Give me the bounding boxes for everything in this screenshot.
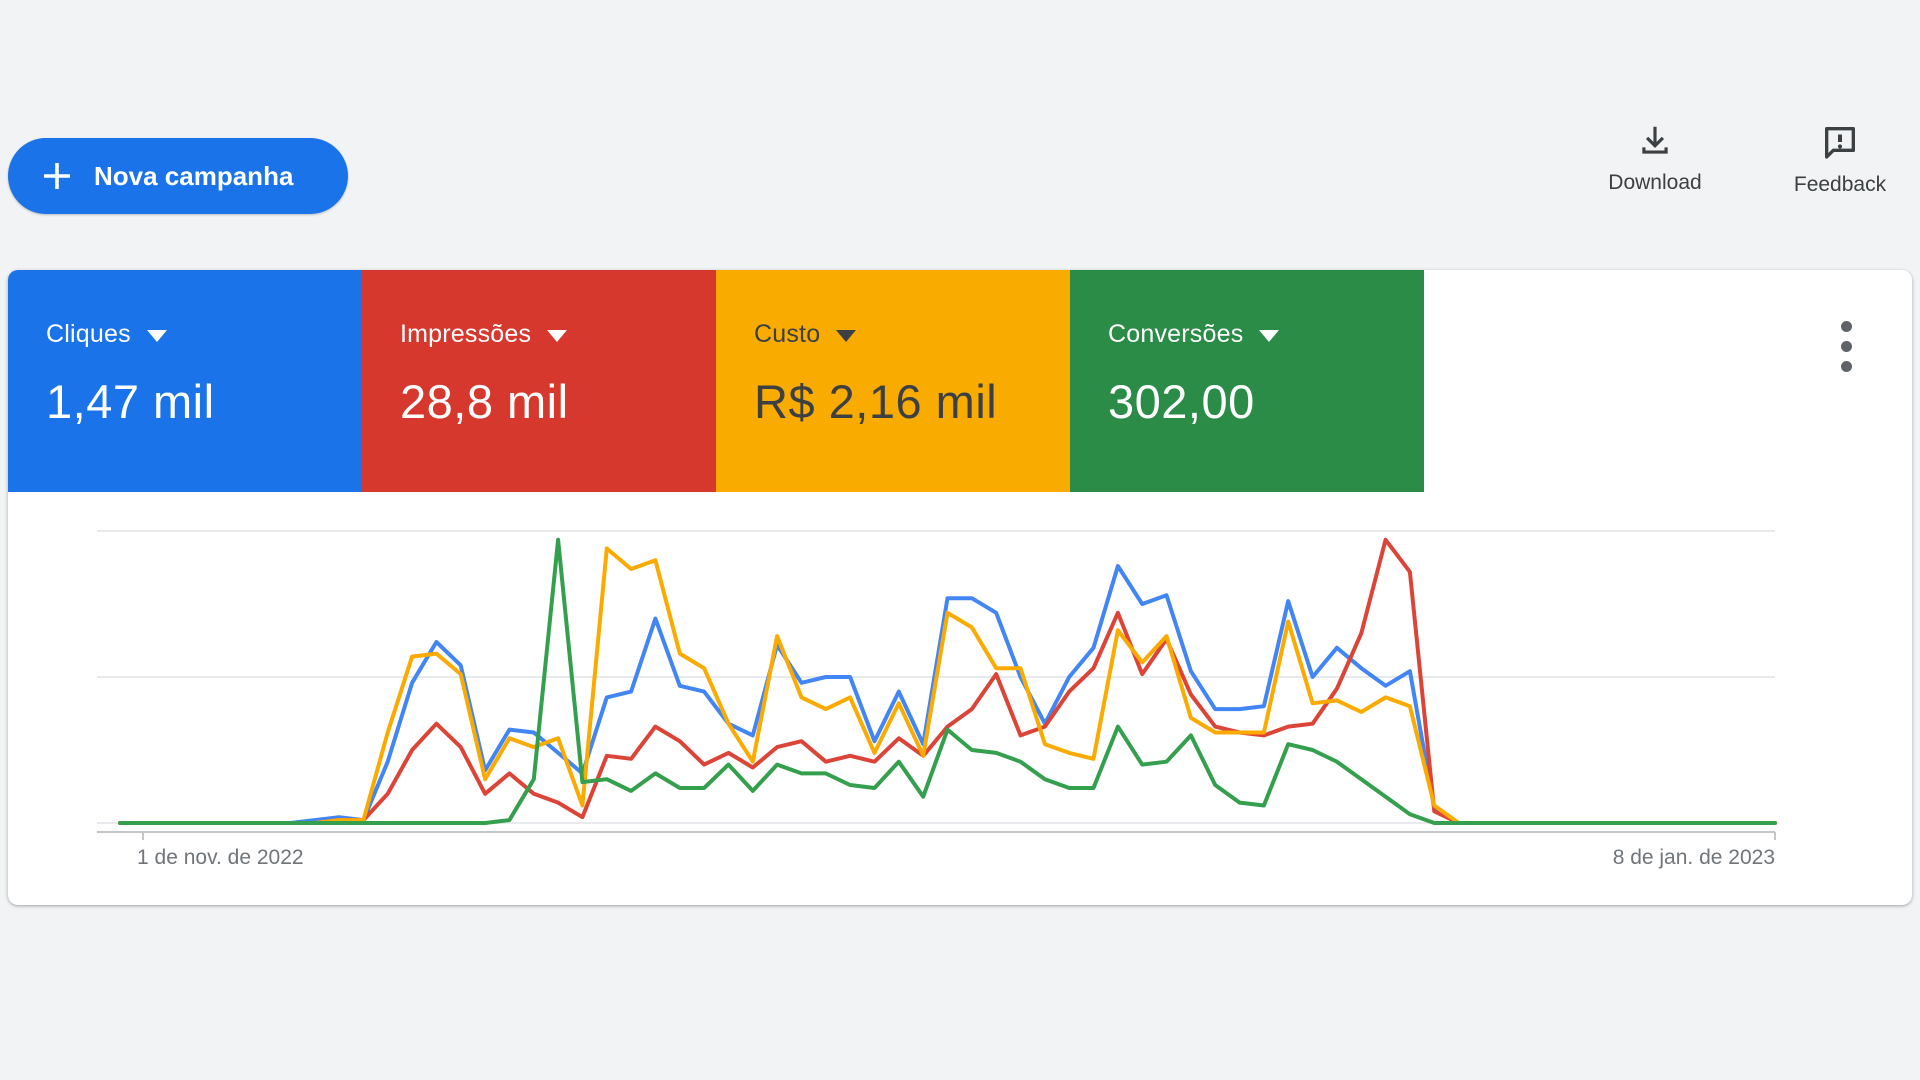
download-icon [1636,122,1674,163]
series-impressões [118,537,1777,825]
timeseries-chart[interactable] [8,270,1912,905]
series-custo [118,546,1777,825]
series-conversões [118,537,1777,825]
download-button[interactable]: Download [1575,122,1735,195]
new-campaign-button[interactable]: Nova campanha [8,138,348,214]
download-label: Download [1608,171,1702,194]
overview-card: Cliques 1,47 mil Impressões 28,8 mil Cus… [8,270,1912,905]
feedback-icon [1820,122,1860,165]
feedback-label: Feedback [1793,173,1887,196]
feedback-button[interactable]: Feedback [1760,122,1920,197]
series-cliques [118,564,1777,825]
plus-icon [40,159,74,193]
x-axis-start-label: 1 de nov. de 2022 [137,846,304,869]
x-axis-end-label: 8 de jan. de 2023 [1612,846,1775,869]
new-campaign-label: Nova campanha [94,160,294,191]
